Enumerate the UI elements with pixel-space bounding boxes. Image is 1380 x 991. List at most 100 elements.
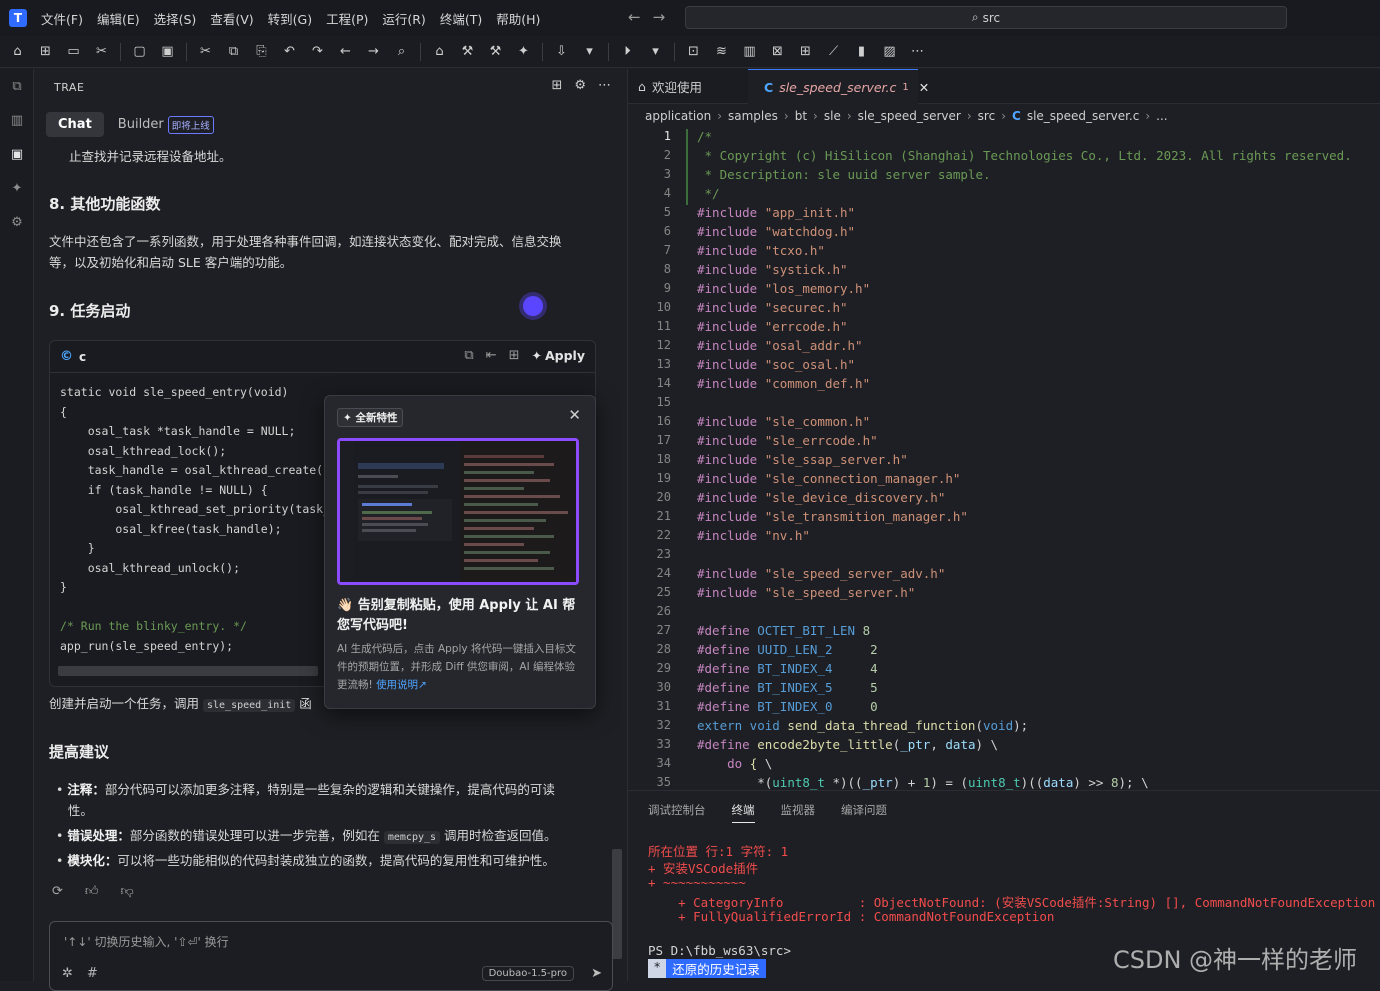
- clean-icon[interactable]: ✦: [514, 42, 533, 61]
- hammer-icon[interactable]: ⚒: [458, 42, 477, 61]
- code-line: osal_task *task_handle = NULL;: [60, 424, 296, 438]
- stats-icon[interactable]: ▥: [0, 103, 34, 137]
- c-file-icon: C: [764, 79, 774, 95]
- apply-button[interactable]: ✦ Apply: [532, 348, 586, 363]
- back-arrow-icon[interactable]: ←: [628, 8, 641, 26]
- copy-icon[interactable]: ⧉: [464, 348, 473, 363]
- menu-project[interactable]: 工程(P): [326, 9, 368, 28]
- breadcrumb-item[interactable]: ...: [1156, 109, 1167, 123]
- thumbs-up-icon[interactable]: 👍︎: [85, 884, 99, 899]
- explorer-icon[interactable]: ⧉: [0, 69, 34, 103]
- new-chat-icon[interactable]: ⊞: [551, 78, 562, 93]
- breadcrumb-item[interactable]: sle_speed_server: [858, 109, 961, 123]
- menu-edit[interactable]: 编辑(E): [97, 9, 140, 28]
- nav-forward-icon[interactable]: →: [364, 42, 383, 61]
- code-token: )((: [1020, 775, 1044, 790]
- redo-icon[interactable]: ↷: [308, 42, 327, 61]
- breadcrumb-item[interactable]: sle: [824, 109, 841, 123]
- chip-icon[interactable]: ⊠: [768, 42, 787, 61]
- command-search-box[interactable]: ⌕ src: [685, 6, 1287, 29]
- breadcrumb-item[interactable]: sle_speed_server.c: [1027, 109, 1140, 123]
- menu-goto[interactable]: 转到(G): [268, 9, 312, 28]
- home-icon[interactable]: ⌂: [8, 42, 27, 61]
- save-icon[interactable]: ▣: [158, 42, 177, 61]
- breadcrumb-item[interactable]: samples: [728, 109, 778, 123]
- gear-icon[interactable]: ⚙: [574, 78, 586, 93]
- new-file-icon[interactable]: ⊞: [509, 348, 520, 363]
- menu-terminal[interactable]: 终端(T): [440, 9, 482, 28]
- preprocessor-token: #include: [697, 528, 765, 543]
- tab-file-label: sle_speed_server.c: [779, 79, 897, 95]
- menu-help[interactable]: 帮助(H): [496, 9, 540, 28]
- close-icon[interactable]: ✕: [919, 80, 929, 95]
- insert-icon[interactable]: ⇤: [486, 348, 497, 363]
- send-icon[interactable]: ➤: [591, 966, 602, 981]
- image-icon[interactable]: ▨: [880, 42, 899, 61]
- menu-select[interactable]: 选择(S): [154, 9, 197, 28]
- debug-icon[interactable]: ⏵: [618, 42, 637, 61]
- string-token: "sle_connection_manager.h": [764, 471, 961, 486]
- breadcrumb-item[interactable]: application: [645, 109, 711, 123]
- string-token: "watchdog.h": [764, 224, 856, 239]
- file-icon[interactable]: ▢: [130, 42, 149, 61]
- terminal-icon[interactable]: ⊡: [684, 42, 703, 61]
- tab-sle-speed-server[interactable]: C sle_speed_server.c 1 ✕: [748, 69, 929, 104]
- close-icon[interactable]: ✕: [568, 406, 581, 424]
- sparkle-icon[interactable]: ✲: [62, 966, 73, 981]
- ai-icon[interactable]: ✦: [0, 171, 34, 205]
- layers-icon[interactable]: ≋: [712, 42, 731, 61]
- find-icon[interactable]: ⌕: [392, 42, 411, 61]
- settings-icon[interactable]: ⚙: [0, 205, 34, 239]
- chat-paragraph-line: 文件中还包含了一系列函数，用于处理各种事件回调，如连接状态变化、配对完成、信息交…: [49, 234, 562, 249]
- code-editor[interactable]: 1 /* 2 * Copyright (c) HiSilicon (Shanghai…: [628, 128, 1380, 790]
- chevron-down-icon[interactable]: ▾: [580, 42, 599, 61]
- build-icon[interactable]: ⌂: [430, 42, 449, 61]
- nav-back-icon[interactable]: ←: [336, 42, 355, 61]
- tab-chat[interactable]: Chat: [46, 112, 104, 137]
- tab-build-problems[interactable]: 编译问题: [841, 802, 887, 823]
- rebuild-icon[interactable]: ⚒: [486, 42, 505, 61]
- menu-view[interactable]: 查看(V): [210, 9, 253, 28]
- new-file-icon[interactable]: ⊞: [36, 42, 55, 61]
- paste-icon[interactable]: ⎘: [252, 42, 271, 61]
- open-folder-icon[interactable]: ▭: [64, 42, 83, 61]
- chevron-down-icon[interactable]: ▾: [646, 42, 665, 61]
- undo-icon[interactable]: ↶: [280, 42, 299, 61]
- chat-scrollbar[interactable]: [612, 849, 622, 959]
- usage-guide-link[interactable]: 使用说明↗: [376, 679, 427, 691]
- apply-label: Apply: [544, 348, 585, 363]
- preprocessor-token: #define: [697, 623, 758, 638]
- line-number: 30: [656, 680, 671, 694]
- tab-debug-console[interactable]: 调试控制台: [648, 802, 706, 823]
- graph-icon[interactable]: ⟋: [824, 42, 843, 61]
- tab-terminal[interactable]: 终端: [731, 802, 755, 823]
- more-icon[interactable]: ⋯: [598, 78, 611, 93]
- tools-icon[interactable]: ✂: [92, 42, 111, 61]
- copy-icon[interactable]: ⧉: [224, 42, 243, 61]
- tab-builder[interactable]: Builder 即将上线: [118, 115, 214, 134]
- more-icon[interactable]: ⋯: [908, 42, 927, 61]
- menu-run[interactable]: 运行(R): [382, 9, 425, 28]
- tab-monitor[interactable]: 监视器: [781, 802, 816, 823]
- breadcrumb-item[interactable]: src: [978, 109, 996, 123]
- code-line: #include "securec.h": [697, 300, 848, 315]
- popup-title: 👋🏻 告别复制粘贴，使用 Apply 让 AI 帮您写代码吧!: [337, 598, 576, 633]
- thumbs-down-icon[interactable]: 👎︎: [121, 884, 134, 899]
- memory-icon[interactable]: ⊞: [796, 42, 815, 61]
- regenerate-icon[interactable]: ⟳: [52, 884, 63, 899]
- download-icon[interactable]: ⇩: [552, 42, 571, 61]
- plugin-icon[interactable]: ▮: [852, 42, 871, 61]
- forward-arrow-icon[interactable]: →: [653, 8, 666, 26]
- chart-icon[interactable]: ▥: [740, 42, 759, 61]
- menu-bar: T 文件(F) 编辑(E) 选择(S) 查看(V) 转到(G) 工程(P) 运行…: [0, 0, 1380, 36]
- chat-panel-icon[interactable]: ▣: [0, 137, 34, 171]
- menu-file[interactable]: 文件(F): [41, 9, 83, 28]
- number-token: 5: [870, 680, 878, 695]
- hash-icon[interactable]: #: [87, 966, 98, 981]
- code-horizontal-scrollbar[interactable]: [58, 666, 318, 676]
- breadcrumb-item[interactable]: bt: [795, 109, 807, 123]
- history-label: 还原的历史记录: [666, 959, 766, 978]
- cut-icon[interactable]: ✂: [196, 42, 215, 61]
- tab-welcome[interactable]: ⌂ 欢迎使用: [638, 69, 702, 104]
- model-selector[interactable]: Doubao-1.5-pro: [481, 966, 574, 981]
